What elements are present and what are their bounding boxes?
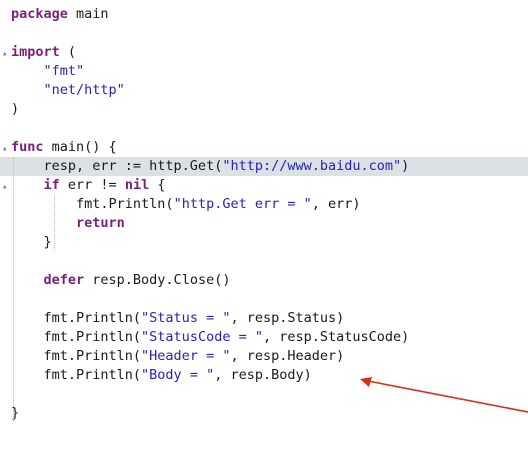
code-line[interactable]: fmt.Println("Status = ", resp.Status) [0,309,528,328]
code-line[interactable] [0,385,528,404]
code-token: , resp.StatusCode) [262,329,410,345]
code-token: fmt.Println( [11,329,142,345]
string-token: "http://www.baidu.com" [222,158,402,174]
code-line[interactable]: } [0,233,528,252]
fold-marker-icon[interactable]: ▴ [2,144,7,154]
code-token: fmt.Println( [11,348,142,364]
code-line[interactable]: ) [0,100,528,119]
keyword-token: func [11,139,44,155]
code-line[interactable]: func main() { [0,138,528,157]
keyword-token: package [11,6,68,22]
code-line[interactable]: fmt.Println("http.Get err = ", err) [0,195,528,214]
code-line[interactable] [0,24,528,43]
code-line-text: fmt.Println("Body = ", resp.Body) [11,366,312,385]
code-token: fmt.Println( [11,196,174,212]
code-token: , resp.Status) [230,310,345,326]
keyword-token: defer [43,272,85,288]
code-line-text: "net/http" [11,81,125,100]
code-line[interactable]: return [0,214,528,233]
code-line[interactable]: import ( [0,43,528,62]
string-token: "StatusCode = " [141,329,263,345]
code-token: fmt.Println( [11,310,142,326]
code-line-text: fmt.Println("http.Get err = ", err) [11,195,361,214]
code-token: ( [59,44,77,60]
code-line[interactable] [0,119,528,138]
code-token: resp, err := http.Get( [11,158,223,174]
code-line[interactable]: fmt.Println("StatusCode = ", resp.Status… [0,328,528,347]
code-line-text: defer resp.Body.Close() [11,271,231,290]
code-line-text: func main() { [11,138,117,157]
string-token: "fmt" [43,63,85,79]
code-token: ) [11,101,20,117]
code-line[interactable]: defer resp.Body.Close() [0,271,528,290]
keyword-token: nil [124,177,150,193]
code-line-text: package main [11,5,109,24]
code-token: { [149,177,166,193]
code-line-text: fmt.Println("Status = ", resp.Status) [11,309,345,328]
code-token: main() { [43,139,117,155]
code-line[interactable]: } [0,404,528,423]
code-line-text: if err != nil { [11,176,166,195]
code-token: resp.Body.Close() [84,272,231,288]
string-token: "Header = " [141,348,231,364]
code-editor[interactable]: package main import ( "fmt" "net/http") fu… [0,0,528,456]
string-token: "http.Get err = " [173,196,312,212]
code-token: ) [401,158,410,174]
code-token: , resp.Header) [230,348,345,364]
code-line-text: resp, err := http.Get("http://www.baidu.… [11,157,410,176]
code-line[interactable]: if err != nil { [0,176,528,195]
fold-marker-icon[interactable]: ▴ [2,182,7,192]
code-line-text: ) [11,100,19,119]
code-line[interactable]: "fmt" [0,62,528,81]
code-line[interactable]: package main [0,5,528,24]
keyword-token: import [11,44,60,60]
code-line[interactable]: fmt.Println("Body = ", resp.Body) [0,366,528,385]
code-token: } [11,234,52,250]
fold-marker-icon[interactable]: ▴ [2,49,7,59]
code-line-text: import ( [11,43,76,62]
code-token: , err) [311,196,361,212]
code-line-text: "fmt" [11,62,85,81]
code-token: , resp.Body) [214,367,312,383]
code-line[interactable] [0,252,528,271]
code-line[interactable]: fmt.Println("Header = ", resp.Header) [0,347,528,366]
code-line-text: fmt.Println("StatusCode = ", resp.Status… [11,328,410,347]
string-token: "net/http" [43,82,125,98]
indent-guide [13,157,14,421]
string-token: "Status = " [141,310,231,326]
code-token: fmt.Println( [11,367,142,383]
code-token: err != [59,177,125,193]
code-line-text: fmt.Println("Header = ", resp.Header) [11,347,345,366]
code-token: main [67,6,109,22]
code-line-text: } [11,233,52,252]
keyword-token: if [43,177,60,193]
keyword-token: return [76,215,125,231]
string-token: "Body = " [141,367,215,383]
code-line[interactable] [0,290,528,309]
code-line[interactable]: resp, err := http.Get("http://www.baidu.… [0,157,528,176]
code-line-text: return [11,214,125,233]
code-line[interactable]: "net/http" [0,81,528,100]
indent-guide [54,195,55,250]
